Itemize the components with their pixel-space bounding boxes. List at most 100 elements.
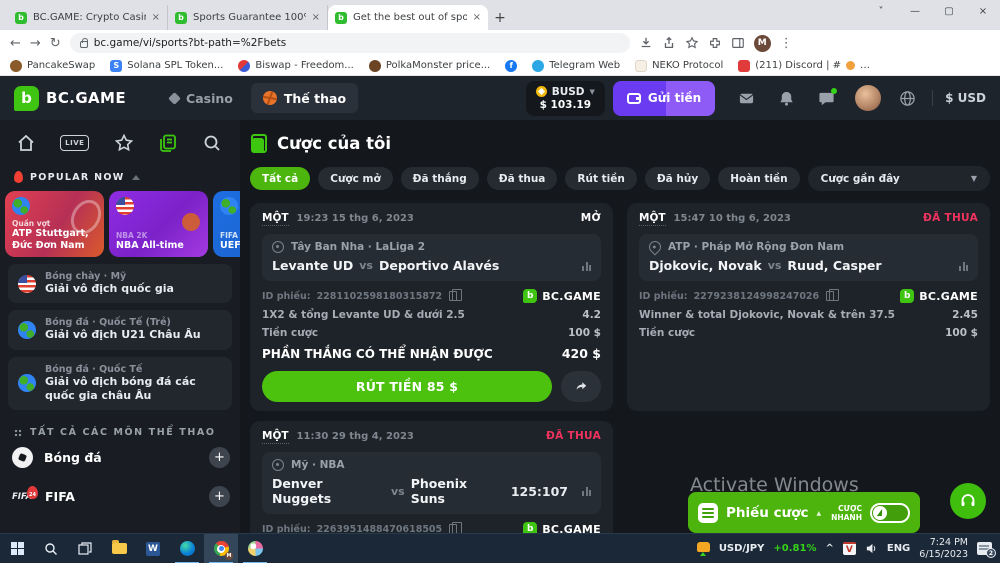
bookmark-solana[interactable]: SSolana SPL Token... bbox=[110, 60, 223, 72]
copy-icon[interactable] bbox=[449, 291, 457, 301]
filter-cancelled[interactable]: Đã hủy bbox=[645, 167, 710, 190]
share-bet-button[interactable] bbox=[561, 371, 601, 402]
windows-taskbar: W M USD/JPY +0.81% ^ V ENG 7:24 PM6/15/2… bbox=[0, 533, 1000, 563]
bookmark-telegram[interactable]: Telegram Web bbox=[532, 60, 620, 72]
browser-tab-3-active[interactable]: b Get the best out of sports bettin × bbox=[328, 5, 488, 30]
bookmark-biswap[interactable]: Biswap - Freedom... bbox=[238, 60, 353, 72]
tab-close-icon[interactable]: × bbox=[473, 12, 481, 23]
cashout-button[interactable]: RÚT TIỀN 85 $ bbox=[262, 371, 552, 402]
tab-close-icon[interactable]: × bbox=[312, 12, 320, 23]
promo-card-uefa[interactable]: FIFAUEFA Leag bbox=[213, 191, 240, 257]
filter-lost[interactable]: Đã thua bbox=[487, 167, 558, 190]
browser-tab-1[interactable]: b BC.GAME: Crypto Casino Games × bbox=[8, 5, 168, 30]
tab-search-icon[interactable]: ˅ bbox=[864, 0, 898, 22]
taskbar-clock[interactable]: 7:24 PM6/15/2023 bbox=[919, 537, 968, 561]
messages-icon[interactable] bbox=[738, 90, 755, 107]
copy-icon[interactable] bbox=[449, 524, 457, 533]
notifications-bell-icon[interactable] bbox=[778, 90, 795, 107]
favorites-star-icon[interactable] bbox=[114, 133, 134, 153]
stake-value: 100 $ bbox=[568, 327, 601, 339]
nav-casino[interactable]: Casino bbox=[170, 91, 233, 106]
hidden-icons-chevron[interactable]: ^ bbox=[825, 543, 833, 554]
maximize-button[interactable]: ▢ bbox=[932, 0, 966, 22]
league-item-nations[interactable]: Bóng đá · Quốc TếGiải vô địch bóng đá cá… bbox=[8, 357, 232, 411]
bcgame-logo[interactable]: b BC.GAME bbox=[14, 86, 126, 111]
filter-open[interactable]: Cược mở bbox=[318, 167, 392, 190]
home-icon[interactable] bbox=[16, 133, 36, 153]
new-tab-button[interactable]: + bbox=[488, 6, 512, 30]
currency-pair[interactable]: USD/JPY bbox=[719, 543, 765, 554]
nav-sports-active[interactable]: Thế thao bbox=[251, 83, 358, 113]
bookmark-pancakeswap[interactable]: PancakeSwap bbox=[10, 60, 95, 72]
download-icon[interactable] bbox=[639, 36, 653, 50]
sort-dropdown[interactable]: Cược gần đây ▼ bbox=[808, 166, 990, 191]
filter-won[interactable]: Đã thắng bbox=[401, 167, 479, 190]
search-icon[interactable] bbox=[202, 133, 222, 153]
bookmark-neko[interactable]: NEKO Protocol bbox=[635, 60, 723, 72]
volume-icon[interactable] bbox=[865, 542, 878, 555]
bet-card-atp[interactable]: MỘT 15:47 10 thg 6, 2023 ĐÃ THUA ATP · P… bbox=[627, 203, 990, 411]
copy-icon[interactable] bbox=[826, 291, 834, 301]
minimize-button[interactable]: — bbox=[898, 0, 932, 22]
support-headset-button[interactable] bbox=[950, 483, 986, 519]
file-explorer-button[interactable] bbox=[102, 534, 136, 563]
tab-close-icon[interactable]: × bbox=[152, 12, 160, 23]
expand-plus-icon[interactable]: + bbox=[209, 447, 230, 468]
forward-icon[interactable]: → bbox=[30, 37, 41, 50]
bookmark-polkamonster[interactable]: PolkaMonster price... bbox=[369, 60, 490, 72]
match-panel[interactable]: ATP · Pháp Mở Rộng Đơn Nam Djokovic, Nov… bbox=[639, 234, 978, 281]
filter-cashout[interactable]: Rút tiền bbox=[565, 167, 636, 190]
my-bets-icon[interactable] bbox=[158, 133, 178, 153]
browser-tab-2[interactable]: b Sports Guarantee 100% Cashbac × bbox=[168, 5, 328, 30]
bet-slip-bar[interactable]: Phiếu cược ▲ CƯỢCNHANH bbox=[688, 492, 920, 533]
expand-plus-icon[interactable]: + bbox=[209, 486, 230, 507]
league-item-u21[interactable]: Bóng đá · Quốc Tế (Trẻ)Giải vô địch U21 … bbox=[8, 310, 232, 349]
forex-widget-icon[interactable] bbox=[697, 542, 710, 556]
bet-card-laliga[interactable]: MỘT 19:23 15 thg 6, 2023 MỞ Tây Ban Nha … bbox=[250, 203, 613, 411]
popular-now-header[interactable]: POPULAR NOW bbox=[0, 163, 240, 189]
stats-icon[interactable] bbox=[959, 261, 968, 271]
address-bar[interactable]: bc.game/vi/sports?bt-path=%2Fbets bbox=[70, 33, 630, 53]
side-panel-icon[interactable] bbox=[731, 36, 745, 50]
match-panel[interactable]: Tây Ban Nha · LaLiga 2 Levante UD vs Dep… bbox=[262, 234, 601, 281]
extensions-puzzle-icon[interactable] bbox=[708, 36, 722, 50]
stats-icon[interactable] bbox=[582, 261, 591, 271]
sidebar-item-fifa[interactable]: FIFA24 FIFA + bbox=[0, 477, 240, 516]
browser-profile-avatar[interactable]: M bbox=[754, 35, 771, 52]
language-indicator[interactable]: ENG bbox=[887, 543, 910, 554]
wallet-currency-selector[interactable]: BUSD ▼ $ 103.19 bbox=[526, 81, 605, 116]
fiat-currency-selector[interactable]: $ USD bbox=[945, 91, 986, 105]
bookmark-discord[interactable]: (211) Discord | #… bbox=[738, 60, 870, 72]
match-panel[interactable]: Mỹ · NBA Denver Nuggets vs Phoenix Suns … bbox=[262, 452, 601, 514]
promo-card-nba-alltime[interactable]: NBA 2KNBA All-time bbox=[109, 191, 208, 257]
share-icon[interactable] bbox=[662, 36, 676, 50]
bookmark-facebook[interactable]: f bbox=[505, 60, 517, 72]
reload-icon[interactable]: ↻ bbox=[50, 37, 61, 50]
close-window-button[interactable]: × bbox=[966, 0, 1000, 22]
promo-card-atp-stuttgart[interactable]: Quần vợtATP Stuttgart, Đức Đơn Nam bbox=[5, 191, 104, 257]
sidebar-item-football[interactable]: Bóng đá + bbox=[0, 438, 240, 477]
chrome-button[interactable]: M bbox=[204, 534, 238, 563]
user-avatar[interactable] bbox=[855, 85, 881, 111]
deposit-button[interactable]: Gửi tiền bbox=[613, 81, 715, 116]
filter-all[interactable]: Tất cả bbox=[250, 167, 310, 190]
start-button[interactable] bbox=[0, 534, 34, 563]
back-icon[interactable]: ← bbox=[10, 37, 21, 50]
word-button[interactable]: W bbox=[136, 534, 170, 563]
currency-change[interactable]: +0.81% bbox=[773, 543, 816, 554]
bet-card-nba[interactable]: MỘT 11:30 29 thg 4, 2023 ĐÃ THUA Mỹ · NB… bbox=[250, 421, 613, 533]
browser-menu-icon[interactable]: ⋮ bbox=[780, 37, 793, 50]
notification-center-icon[interactable]: 2 bbox=[977, 542, 992, 555]
task-view-button[interactable] bbox=[68, 534, 102, 563]
taskbar-search-button[interactable] bbox=[34, 534, 68, 563]
stats-icon[interactable] bbox=[582, 486, 591, 496]
edge-button[interactable] bbox=[170, 534, 204, 563]
filter-refund[interactable]: Hoàn tiền bbox=[718, 167, 799, 190]
antivirus-tray-icon[interactable]: V bbox=[843, 542, 856, 555]
bookmark-star-icon[interactable] bbox=[685, 36, 699, 50]
league-item-mlb[interactable]: Bóng chày · MỹGiải vô địch quốc gia bbox=[8, 264, 232, 303]
paint-button[interactable] bbox=[238, 534, 272, 563]
quick-bet-toggle[interactable] bbox=[870, 503, 910, 523]
language-globe-icon[interactable] bbox=[899, 90, 916, 107]
live-icon[interactable]: LIVE bbox=[60, 135, 89, 151]
